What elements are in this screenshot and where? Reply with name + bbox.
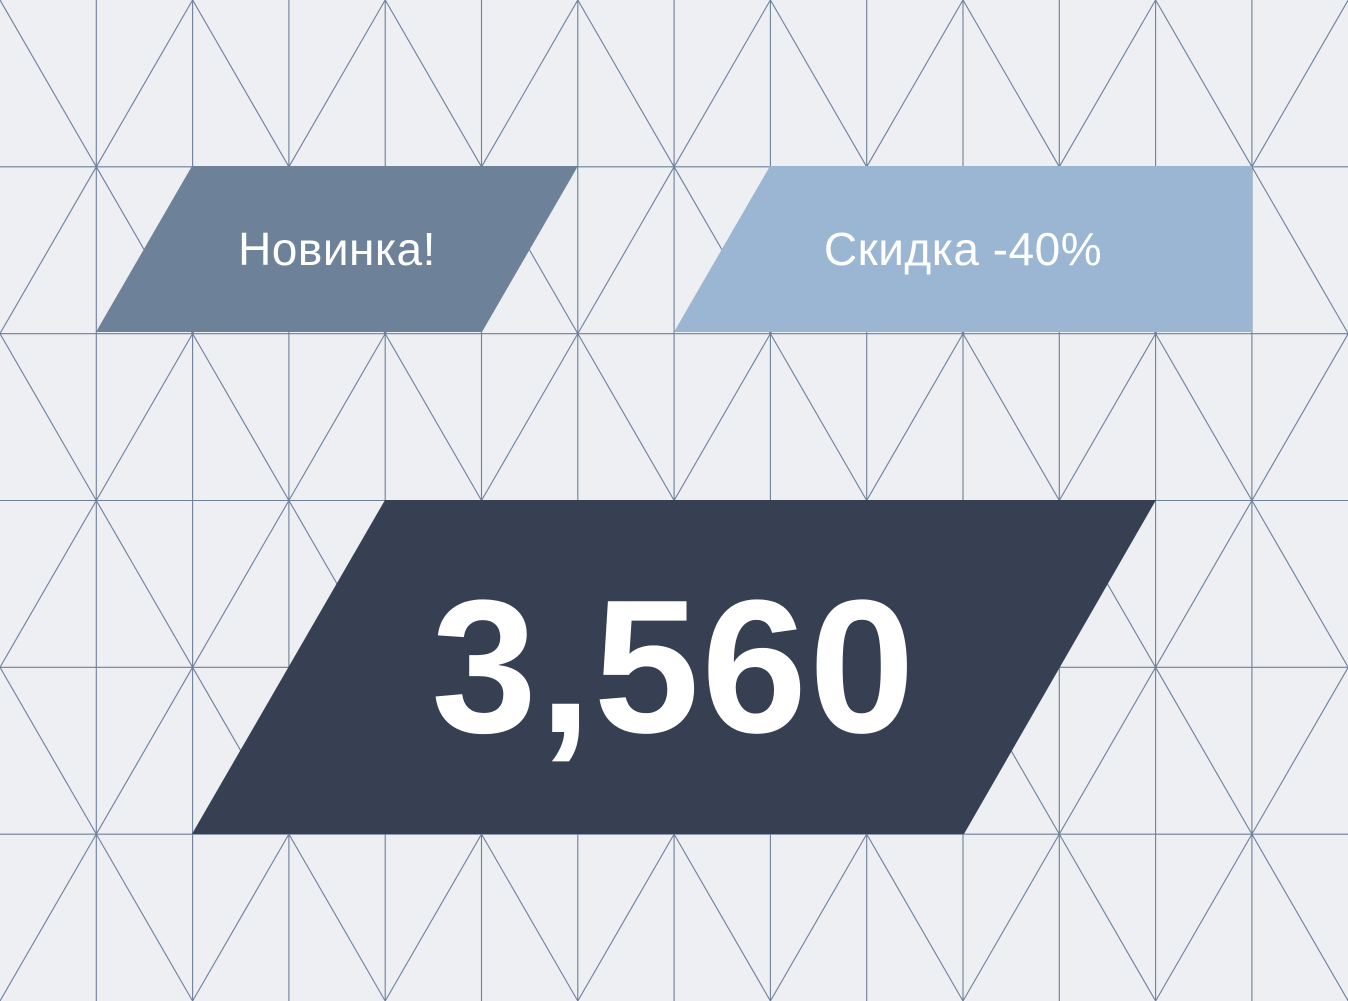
counter-value: 3,560 [431, 561, 917, 773]
badge-discount-label: Скидка -40% [823, 223, 1103, 275]
badge-new-label: Новинка! [238, 223, 436, 275]
